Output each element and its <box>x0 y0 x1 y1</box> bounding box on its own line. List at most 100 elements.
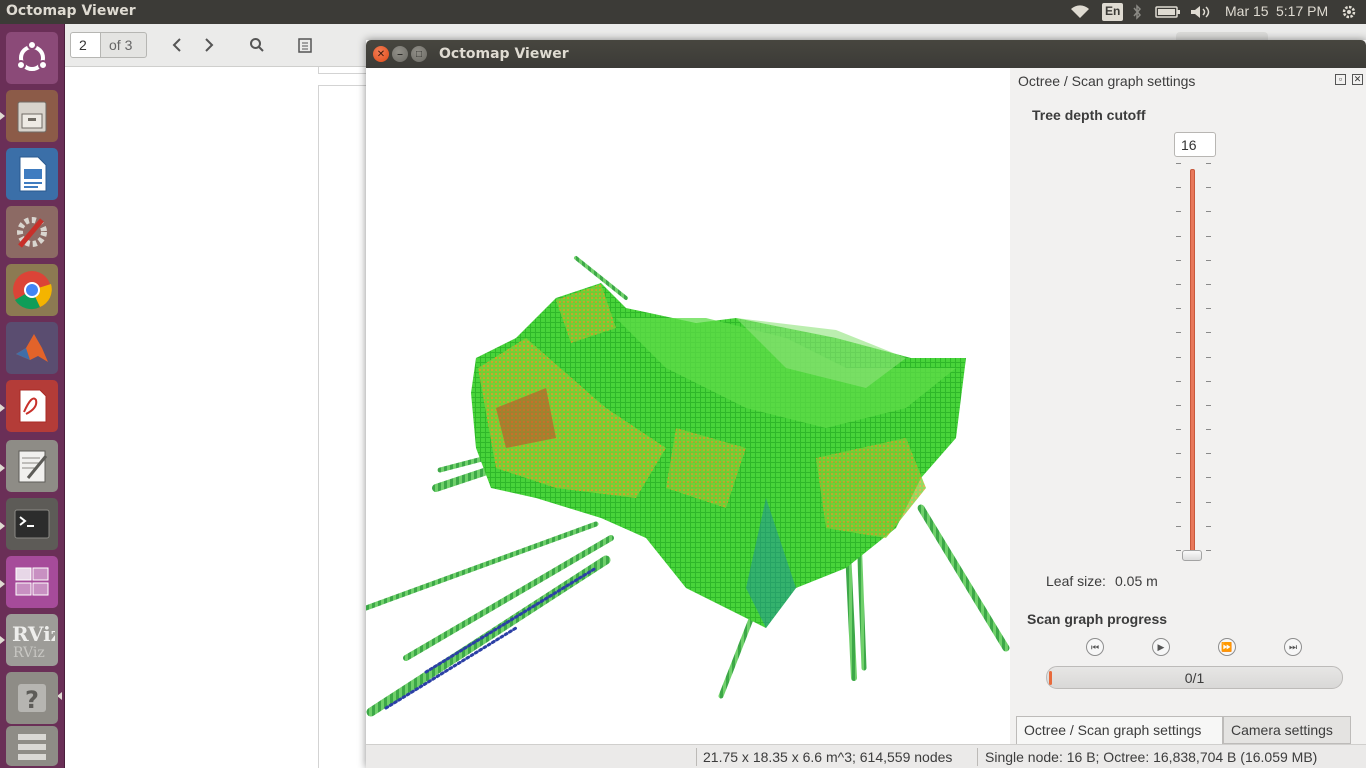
tree-depth-slider-handle[interactable] <box>1182 550 1202 561</box>
clock-time[interactable]: 5:17 PM <box>1276 3 1328 21</box>
rviz-button[interactable]: RViz RViz <box>6 614 58 666</box>
status-volume-nodes: 21.75 x 18.35 x 6.6 m^3; 614,559 nodes <box>703 749 953 765</box>
slider-tick <box>1176 453 1181 455</box>
play-button[interactable]: ▶ <box>1152 638 1170 656</box>
status-memory: Single node: 16 B; Octree: 16,838,704 B … <box>985 749 1318 765</box>
gear-icon[interactable] <box>1340 3 1358 21</box>
window-title: Octomap Viewer <box>439 46 569 62</box>
volume-icon[interactable] <box>1190 5 1212 23</box>
file-cabinet-icon <box>17 101 47 133</box>
ubuntu-logo-icon <box>16 40 48 71</box>
keyboard-language-indicator[interactable]: En <box>1102 3 1124 21</box>
terminal-button[interactable] <box>6 498 58 550</box>
workspaces-icon <box>15 567 49 596</box>
maximize-window-button[interactable]: □ <box>411 46 427 62</box>
next-scan-button[interactable]: ⏩ <box>1218 638 1236 656</box>
pdf-document-icon <box>19 389 47 423</box>
slider-tick <box>1206 501 1211 503</box>
slider-tick <box>1206 259 1211 261</box>
scan-progress-bar: 0/1 <box>1046 666 1343 689</box>
minimize-icon: – <box>397 48 403 60</box>
tree-depth-slider[interactable] <box>1188 169 1198 559</box>
slider-tick <box>1176 501 1181 503</box>
slider-tick <box>1206 356 1211 358</box>
slider-tick <box>1176 163 1181 164</box>
status-bar: 21.75 x 18.35 x 6.6 m^3; 614,559 nodes S… <box>366 744 1366 768</box>
dock-tabbar: Octree / Scan graph settings Camera sett… <box>1016 716 1366 744</box>
first-scan-button[interactable]: ⏮ <box>1086 638 1104 656</box>
system-settings-button[interactable] <box>6 206 58 258</box>
chrome-icon <box>13 271 52 310</box>
app-title: Octomap Viewer <box>6 3 136 19</box>
page-number-field[interactable]: 2 <box>70 32 101 58</box>
top-panel: Octomap Viewer En Mar 15 5:17 PM <box>0 0 1366 24</box>
float-icon: ▫ <box>1338 74 1343 84</box>
terminal-icon <box>14 509 50 539</box>
ubuntu-dash-button[interactable] <box>6 32 58 84</box>
slider-tick <box>1176 356 1181 358</box>
octree-3d-viewport[interactable] <box>366 68 1010 744</box>
chrome-button[interactable] <box>6 264 58 316</box>
slider-tick <box>1206 525 1211 527</box>
slider-tick <box>1176 332 1181 334</box>
svg-text:RViz: RViz <box>12 622 55 646</box>
step-forward-icon: ⏩ <box>1221 641 1233 652</box>
next-page-button[interactable] <box>196 32 222 58</box>
trash-button[interactable] <box>6 726 58 766</box>
search-button[interactable] <box>244 32 270 58</box>
skip-back-icon: ⏮ <box>1090 641 1100 652</box>
progress-text: 0/1 <box>1184 670 1205 686</box>
text-editor-icon <box>18 450 48 483</box>
svg-text:RViz: RViz <box>13 645 45 661</box>
slider-tick <box>1206 283 1211 285</box>
dock-close-button[interactable]: ✕ <box>1352 74 1363 85</box>
tab-camera-settings[interactable]: Camera settings <box>1223 716 1351 744</box>
previous-page-button[interactable] <box>164 32 190 58</box>
slider-tick <box>1176 550 1181 551</box>
window-titlebar[interactable]: ✕ – □ Octomap Viewer <box>366 40 1366 68</box>
slider-tick <box>1206 235 1211 237</box>
slider-tick <box>1176 429 1181 431</box>
trash-icon <box>18 734 46 760</box>
toolbar-button[interactable] <box>1176 32 1268 40</box>
leaf-size-label: Leaf size: <box>1046 573 1106 589</box>
play-icon: ▶ <box>1157 641 1165 652</box>
workspace-switcher-button[interactable] <box>6 556 58 608</box>
slider-tick <box>1206 429 1211 431</box>
slider-tick <box>1206 380 1211 382</box>
slider-tick <box>1206 308 1211 310</box>
slider-tick <box>1176 308 1181 310</box>
tree-depth-label: Tree depth cutoff <box>1032 107 1146 123</box>
minimize-window-button[interactable]: – <box>392 46 408 62</box>
slider-tick <box>1206 477 1211 479</box>
dock-float-button[interactable]: ▫ <box>1335 74 1346 85</box>
slider-tick <box>1176 477 1181 479</box>
svg-text:?: ? <box>25 686 39 714</box>
wifi-icon[interactable] <box>1070 5 1090 23</box>
matlab-icon <box>16 334 48 362</box>
matlab-button[interactable] <box>6 322 58 374</box>
close-window-button[interactable]: ✕ <box>373 46 389 62</box>
annotations-button[interactable] <box>292 32 318 58</box>
settings-wrench-icon <box>17 217 47 248</box>
close-icon: ✕ <box>376 48 386 60</box>
clock-date[interactable]: Mar 15 <box>1225 3 1269 21</box>
pdf-viewer-button[interactable] <box>6 380 58 432</box>
help-button[interactable]: ? <box>6 672 58 724</box>
octree-point-cloud <box>366 256 1010 717</box>
tree-depth-spinbox[interactable]: 16 <box>1174 132 1216 157</box>
tab-octree-settings[interactable]: Octree / Scan graph settings <box>1016 716 1223 744</box>
dock-title: Octree / Scan graph settings <box>1018 73 1196 89</box>
chevron-left-icon <box>172 38 181 52</box>
battery-icon[interactable] <box>1155 6 1181 24</box>
leaf-size-value: 0.05 m <box>1115 573 1158 589</box>
chevron-right-icon <box>205 38 214 52</box>
close-icon: ✕ <box>1353 74 1362 84</box>
last-scan-button[interactable]: ⏭ <box>1284 638 1302 656</box>
bluetooth-icon[interactable] <box>1131 4 1143 22</box>
files-button[interactable] <box>6 90 58 142</box>
slider-tick <box>1176 259 1181 261</box>
libreoffice-writer-button[interactable] <box>6 148 58 200</box>
text-editor-button[interactable] <box>6 440 58 492</box>
slider-tick <box>1176 235 1181 237</box>
